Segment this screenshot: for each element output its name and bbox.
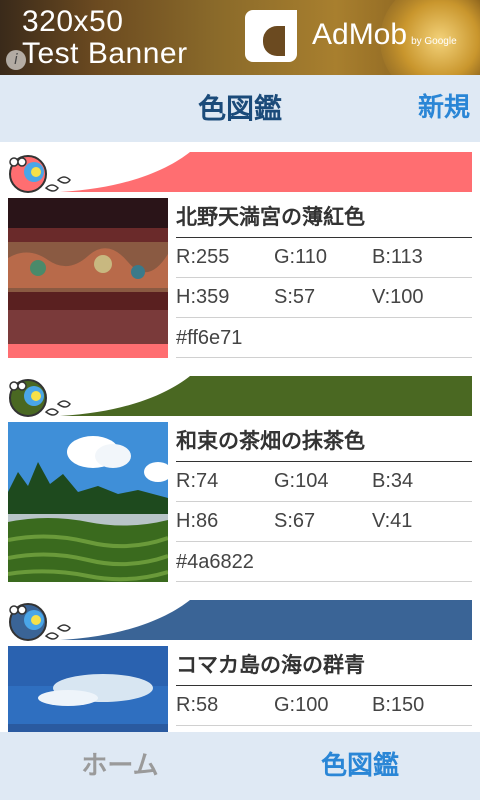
red-value: R:255 [176,246,230,268]
color-list[interactable]: 北野天満宮の薄紅色 R:255 G:110 B:113 H:359 S:57 V… [0,142,480,732]
ad-brand: AdMob by Google [312,18,457,52]
red-value: R:58 [176,694,219,716]
color-info: 和束の茶畑の抹茶色 R:74 G:104 B:34 H:86 S:67 V:41… [176,422,472,582]
admob-logo-icon [245,10,297,62]
ad-banner-text: 320x50 Test Banner [22,6,188,70]
hsv-row: H:86 S:67 V:41 [176,502,472,542]
color-name: 北野天満宮の薄紅色 [176,198,472,238]
bottom-tab-bar: ホーム 色図鑑 [0,732,480,800]
hex-code: #ff6e71 [176,318,472,358]
color-photo[interactable] [8,422,168,582]
blue-value: B:113 [372,246,423,268]
color-name: 和束の茶畑の抹茶色 [176,422,472,462]
value-value: V:100 [372,286,424,308]
new-button[interactable]: 新規 [418,75,470,142]
mascot-icon [9,155,71,193]
ad-banner[interactable]: 320x50 Test Banner AdMob by Google i [0,0,480,75]
tab-home[interactable]: ホーム [0,732,240,800]
app-header: 色図鑑 新規 [0,75,480,142]
ad-brand-name: AdMob [312,18,408,51]
hsv-row: H:359 S:57 V:100 [176,278,472,318]
hue-value: H:86 [176,510,219,532]
blue-value: B:34 [372,470,414,492]
color-list-item[interactable]: 和束の茶畑の抹茶色 R:74 G:104 B:34 H:86 S:67 V:41… [0,366,480,590]
color-photo[interactable] [8,646,168,732]
ad-line1: 320x50 [22,5,124,38]
tab-catalog[interactable]: 色図鑑 [240,732,480,800]
color-list-item[interactable]: コマカ島の海の群青 R:58 G:100 B:150 [0,590,480,732]
ad-line2: Test Banner [22,37,188,70]
rgb-row: R:58 G:100 B:150 [176,686,472,726]
color-info: コマカ島の海の群青 R:58 G:100 B:150 [176,646,472,732]
green-value: G:110 [274,246,327,268]
green-value: G:104 [274,470,329,492]
blue-value: B:150 [372,694,425,716]
hue-value: H:359 [176,286,230,308]
green-value: G:100 [274,694,329,716]
info-icon[interactable]: i [6,50,26,70]
hex-code: #4a6822 [176,542,472,582]
color-photo[interactable] [8,198,168,358]
rgb-row: R:255 G:110 B:113 [176,238,472,278]
mascot-icon [9,603,71,641]
red-value: R:74 [176,470,219,492]
ad-brand-by: by Google [411,36,457,47]
color-name: コマカ島の海の群青 [176,646,472,686]
saturation-value: S:57 [274,286,316,308]
value-value: V:41 [372,510,413,532]
page-title: 色図鑑 [197,92,282,125]
rgb-row: R:74 G:104 B:34 [176,462,472,502]
color-list-item[interactable]: 北野天満宮の薄紅色 R:255 G:110 B:113 H:359 S:57 V… [0,142,480,366]
color-info: 北野天満宮の薄紅色 R:255 G:110 B:113 H:359 S:57 V… [176,198,472,358]
mascot-icon [9,379,71,417]
saturation-value: S:67 [274,510,316,532]
